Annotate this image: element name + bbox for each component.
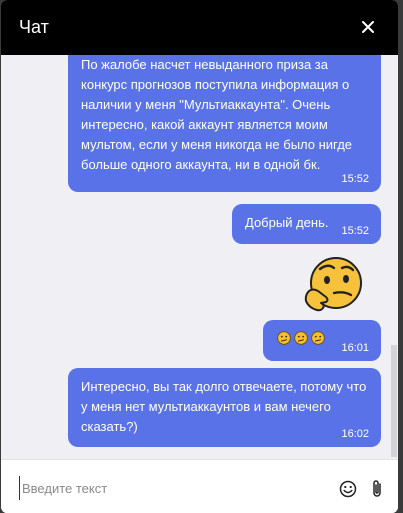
message-time: 16:02 [341,428,369,440]
attach-icon[interactable] [370,479,384,499]
chat-window: Чат По жалобе насчет невыданного приза з… [1,0,398,513]
close-icon [362,21,374,33]
message-time: 15:52 [341,225,369,237]
chat-title: Чат [19,17,49,37]
message-text: Интересно, вы так долго отвечаете, потом… [81,379,367,434]
message-time: 16:01 [341,342,369,354]
message-bubble: По жалобе насчет невыданного приза за ко… [68,55,381,192]
close-button[interactable] [358,16,378,38]
confused-face-icon [311,331,325,345]
scrollbar[interactable] [391,345,397,457]
message-input[interactable] [19,476,319,500]
message-bubble: 16:01 [263,320,381,361]
message-text: По жалобе насчет невыданного приза за ко… [81,57,353,172]
chat-header: Чат [1,0,398,55]
message-composer [1,459,398,513]
confused-face-icon [277,331,291,345]
confused-face-icon [294,331,308,345]
message-bubble: Добрый день. 15:52 [232,204,381,244]
message-bubble: Интересно, вы так долго отвечаете, потом… [68,368,381,447]
thinking-face-sticker [304,257,362,312]
message-list: По жалобе насчет невыданного приза за ко… [1,55,398,457]
emoji-picker-icon[interactable] [339,480,357,498]
emoji-row [277,331,325,345]
message-time: 15:52 [341,173,369,185]
